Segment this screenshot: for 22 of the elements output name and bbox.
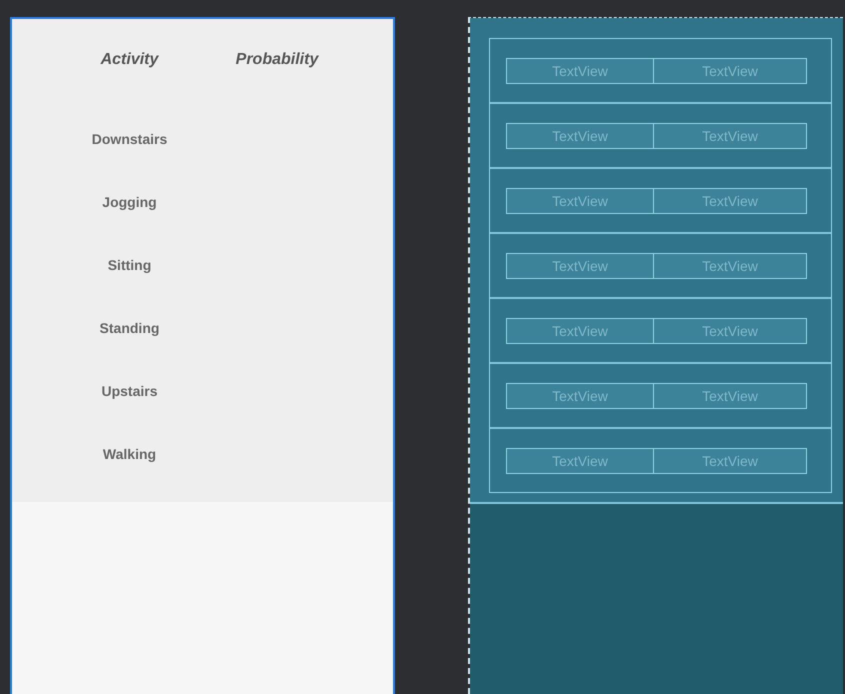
textview-field[interactable]: TextView bbox=[654, 58, 807, 84]
activity-label: Downstairs bbox=[90, 130, 168, 146]
activity-label: Jogging bbox=[101, 194, 158, 210]
activity-label: Sitting bbox=[106, 256, 152, 272]
textview-field[interactable]: TextView bbox=[506, 448, 654, 474]
textview-field[interactable]: TextView bbox=[506, 318, 654, 344]
column-header: Activity bbox=[100, 51, 160, 69]
textview-field[interactable]: TextView bbox=[654, 188, 807, 214]
textview-field[interactable]: TextView bbox=[506, 122, 654, 148]
textview-field[interactable]: TextView bbox=[654, 382, 807, 408]
textview-field[interactable]: TextView bbox=[506, 58, 654, 84]
activity-label: Standing bbox=[98, 320, 160, 336]
textview-field[interactable]: TextView bbox=[506, 382, 654, 408]
textview-field[interactable]: TextView bbox=[506, 188, 654, 214]
textview-field[interactable]: TextView bbox=[506, 252, 654, 278]
textview-field[interactable]: TextView bbox=[654, 448, 807, 474]
textview-field[interactable]: TextView bbox=[654, 122, 807, 148]
activity-label: Walking bbox=[102, 446, 158, 462]
textview-field[interactable]: TextView bbox=[654, 318, 807, 344]
textview-field[interactable]: TextView bbox=[654, 252, 807, 278]
column-header: Probability bbox=[234, 51, 320, 69]
activity-label: Upstairs bbox=[100, 382, 159, 398]
